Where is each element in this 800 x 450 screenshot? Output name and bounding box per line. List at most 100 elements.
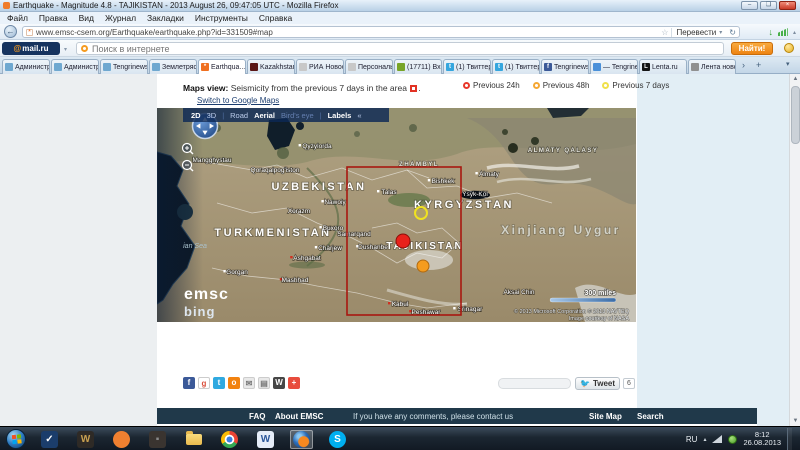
scrollbar-up-arrow[interactable]: ▲: [791, 74, 800, 84]
menu-item-0[interactable]: Файл: [7, 13, 28, 23]
language-indicator[interactable]: RU: [686, 435, 698, 444]
tab-12[interactable]: — Tengrine...: [590, 59, 638, 74]
bookmark-star-icon[interactable]: ☆: [661, 28, 668, 37]
taskbar-app-checkmark[interactable]: ✓: [38, 430, 61, 449]
hidden-icons-caret[interactable]: ▴: [703, 436, 706, 443]
toolbar-collapse-icon[interactable]: ▴: [793, 29, 796, 36]
tab-6[interactable]: РИА Новос...: [296, 59, 344, 74]
new-tab-button[interactable]: +: [756, 60, 761, 70]
menu-item-5[interactable]: Инструменты: [195, 13, 248, 23]
url-bar[interactable]: * www.emsc-csem.org/Earthquake/earthquak…: [22, 26, 740, 38]
wordpress-share-icon[interactable]: W: [273, 377, 285, 389]
tab-11[interactable]: fTengrinews...: [541, 59, 589, 74]
tab-1[interactable]: Администр...: [51, 59, 99, 74]
twitter-share-icon[interactable]: t: [213, 377, 225, 389]
tab-5[interactable]: Kazakhstan ...: [247, 59, 295, 74]
map-label: Gorgan: [226, 269, 248, 276]
tab-13[interactable]: LLenta.ru: [639, 59, 687, 74]
mailru-logo-button[interactable]: @ mail.ru: [2, 42, 60, 55]
network-icon[interactable]: [712, 435, 722, 443]
google-share-icon[interactable]: g: [198, 377, 210, 389]
addthis-share-icon[interactable]: +: [288, 377, 300, 389]
seismicity-map[interactable]: MangghystauQyzylordaZHAMBYLALMATY QALASY…: [157, 108, 636, 322]
tweet-button[interactable]: 🐦 Tweet 6: [575, 377, 635, 390]
reload-icon[interactable]: ↻: [729, 28, 736, 37]
list-all-tabs-button[interactable]: ▾: [786, 60, 790, 68]
find-button[interactable]: Найти!: [731, 42, 773, 55]
taskbar-app-skype-icon: S: [329, 431, 346, 448]
menu-item-6[interactable]: Справка: [259, 13, 292, 23]
print-share-icon[interactable]: ▤: [258, 377, 270, 389]
facebook-share-icon[interactable]: f: [183, 377, 195, 389]
minimize-button[interactable]: –: [741, 1, 758, 10]
url-text[interactable]: www.emsc-csem.org/Earthquake/earthquake.…: [36, 28, 658, 37]
page-scrollbar[interactable]: ▲ ▼: [789, 74, 800, 426]
city-dot: [315, 246, 317, 248]
tab-3[interactable]: Землетряс...: [149, 59, 197, 74]
event-previous-24h-marker[interactable]: [396, 234, 410, 248]
scrollbar-down-arrow[interactable]: ▼: [791, 416, 800, 426]
menu-item-2[interactable]: Вид: [79, 13, 94, 23]
footer-faq-link[interactable]: FAQ: [249, 412, 265, 421]
menu-item-3[interactable]: Журнал: [105, 13, 136, 23]
map-toolbar-item-2d[interactable]: 2D: [191, 111, 201, 120]
close-button[interactable]: ×: [779, 1, 796, 10]
download-icon[interactable]: ↓: [768, 27, 773, 37]
taskbar-app-chrome[interactable]: [218, 430, 241, 449]
taskbar-app-dark[interactable]: ▪: [146, 430, 169, 449]
map-toolbar-item-birdseye[interactable]: Bird's eye: [281, 111, 314, 120]
scrollbar-thumb[interactable]: [791, 86, 800, 144]
footer-site-map-link[interactable]: Site Map: [589, 412, 622, 421]
tab-2[interactable]: Tengrinews...: [100, 59, 148, 74]
mailru-menu-caret-icon[interactable]: ▾: [64, 46, 67, 53]
menu-item-1[interactable]: Правка: [39, 13, 68, 23]
tab-4[interactable]: *Earthqua...×: [198, 59, 246, 74]
taskbar-app-document[interactable]: W: [254, 430, 277, 449]
footer-about-emsc-link[interactable]: About EMSC: [275, 412, 323, 421]
taskbar-app-world-of-tanks[interactable]: W: [74, 430, 97, 449]
taskbar-app-fl-studio[interactable]: [110, 430, 133, 449]
translate-button[interactable]: Перевести ▾: [671, 28, 726, 37]
bing-logo[interactable]: bing: [184, 304, 215, 319]
tab-7[interactable]: Персональ...: [345, 59, 393, 74]
menu-item-4[interactable]: Закладки: [147, 13, 184, 23]
mailru-search-input[interactable]: [92, 44, 719, 54]
taskbar-app-firefox[interactable]: [290, 430, 313, 449]
back-button[interactable]: ←: [4, 25, 17, 38]
map-toolbar-item-[interactable]: «: [357, 111, 361, 120]
map-label: Xorazm: [288, 208, 310, 215]
mailru-coin-icon[interactable]: [784, 43, 794, 53]
event-previous-48h-marker[interactable]: [417, 260, 429, 272]
share-widget-placeholder[interactable]: [498, 378, 571, 389]
taskbar-clock[interactable]: 8:12 26.08.2013: [743, 431, 781, 447]
event-previous-7days-marker[interactable]: [415, 207, 427, 219]
tab-9[interactable]: t(1) Твиттер: [443, 59, 491, 74]
tab-8[interactable]: (17711) Вхо...: [394, 59, 442, 74]
tab-scroll-right-button[interactable]: ›: [742, 60, 745, 70]
map-toolbar-item-aerial[interactable]: Aerial: [254, 111, 275, 120]
map-toolbar-item-3d[interactable]: 3D: [207, 111, 217, 120]
tweet-label: Tweet: [593, 379, 615, 388]
show-desktop-button[interactable]: [787, 428, 792, 450]
taskbar-app-explorer[interactable]: [182, 430, 205, 449]
translate-caret-icon[interactable]: ▾: [719, 29, 722, 36]
tab-14[interactable]: Лента ново...: [688, 59, 736, 74]
taskbar-app-skype[interactable]: S: [326, 430, 349, 449]
switch-to-google-maps-link[interactable]: Switch to Google Maps: [197, 96, 279, 105]
map-label: Kabul: [392, 301, 409, 308]
tab-label: (17711) Вхо...: [407, 64, 442, 71]
email-share-icon[interactable]: ✉: [243, 377, 255, 389]
map-label: UZBEKISTAN: [271, 181, 366, 193]
tab-0[interactable]: Администр...: [2, 59, 50, 74]
tab-10[interactable]: t(1) Твиттер ...: [492, 59, 540, 74]
odnoklassniki-share-icon[interactable]: o: [228, 377, 240, 389]
map-toolbar-item-labels[interactable]: Labels: [328, 111, 352, 120]
start-button[interactable]: [6, 429, 26, 449]
footer-search-link[interactable]: Search: [637, 412, 664, 421]
tray-app-icon[interactable]: [728, 435, 737, 444]
map-copyright-line1: © 2013 Microsoft Corporation © 2013 NAVT…: [514, 308, 630, 315]
restore-button[interactable]: ❏: [760, 1, 777, 10]
connection-bars-icon[interactable]: [778, 28, 788, 36]
map-toolbar-item-road[interactable]: Road: [230, 111, 248, 120]
mailru-search-box[interactable]: [76, 42, 724, 55]
